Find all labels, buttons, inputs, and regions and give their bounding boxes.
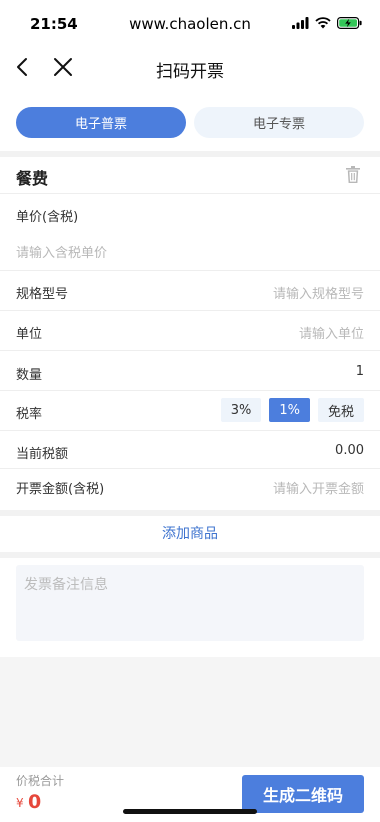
unit-label: 单位 (16, 327, 43, 342)
section-divider (0, 151, 380, 157)
tax-rate-options: 3% 1% 免税 (220, 398, 364, 422)
status-icons (292, 16, 362, 30)
divider (0, 468, 380, 469)
spec-label: 规格型号 (16, 287, 69, 302)
total-label: 价税合计 (16, 774, 65, 788)
current-tax-value: 0.00 (335, 443, 364, 458)
unit-price-label: 单价(含税) (16, 210, 79, 225)
tax-rate-label: 税率 (16, 407, 43, 422)
tax-rate-option-3[interactable]: 3% (220, 398, 262, 422)
divider (0, 270, 380, 271)
home-indicator (123, 809, 257, 814)
trash-icon[interactable] (346, 166, 360, 183)
divider (0, 310, 380, 311)
wifi-icon (315, 17, 331, 29)
nav-bar: 扫码开票 (0, 48, 380, 88)
divider (0, 193, 380, 194)
section-divider (0, 510, 380, 516)
unit-input[interactable]: 请输入单位 (299, 323, 364, 342)
remark-placeholder: 发票备注信息 (24, 577, 108, 593)
tax-rate-option-1[interactable]: 1% (269, 398, 310, 422)
page-title: 扫码开票 (156, 62, 224, 82)
signal-icon (292, 17, 309, 29)
divider (0, 430, 380, 431)
total-amount: 0 (28, 791, 42, 813)
current-tax-label: 当前税额 (16, 447, 69, 462)
unit-price-input[interactable]: 请输入含税单价 (16, 242, 107, 261)
item-title: 餐费 (16, 169, 49, 188)
status-bar: 21:54 www.chaolen.cn (0, 0, 380, 48)
generate-qrcode-button[interactable]: 生成二维码 (242, 775, 364, 813)
quantity-input[interactable]: 1 (356, 364, 364, 379)
battery-charging-icon (337, 17, 362, 29)
invoice-type-toggle: 电子普票 电子专票 (16, 107, 364, 138)
divider (0, 390, 380, 391)
invoice-amount-label: 开票金额(含税) (16, 482, 105, 497)
spec-input[interactable]: 请输入规格型号 (273, 283, 364, 302)
tab-electronic-normal-invoice[interactable]: 电子普票 (16, 107, 186, 138)
divider (0, 350, 380, 351)
invoice-amount-input[interactable]: 请输入开票金额 (273, 478, 364, 497)
quantity-label: 数量 (16, 368, 43, 383)
section-divider (0, 552, 380, 558)
currency-symbol: ¥ (16, 796, 24, 810)
add-goods-button[interactable]: 添加商品 (0, 523, 380, 543)
remark-input[interactable]: 发票备注信息 (16, 565, 364, 641)
tab-electronic-special-invoice[interactable]: 电子专票 (194, 107, 364, 138)
tax-rate-option-exempt[interactable]: 免税 (317, 398, 364, 422)
